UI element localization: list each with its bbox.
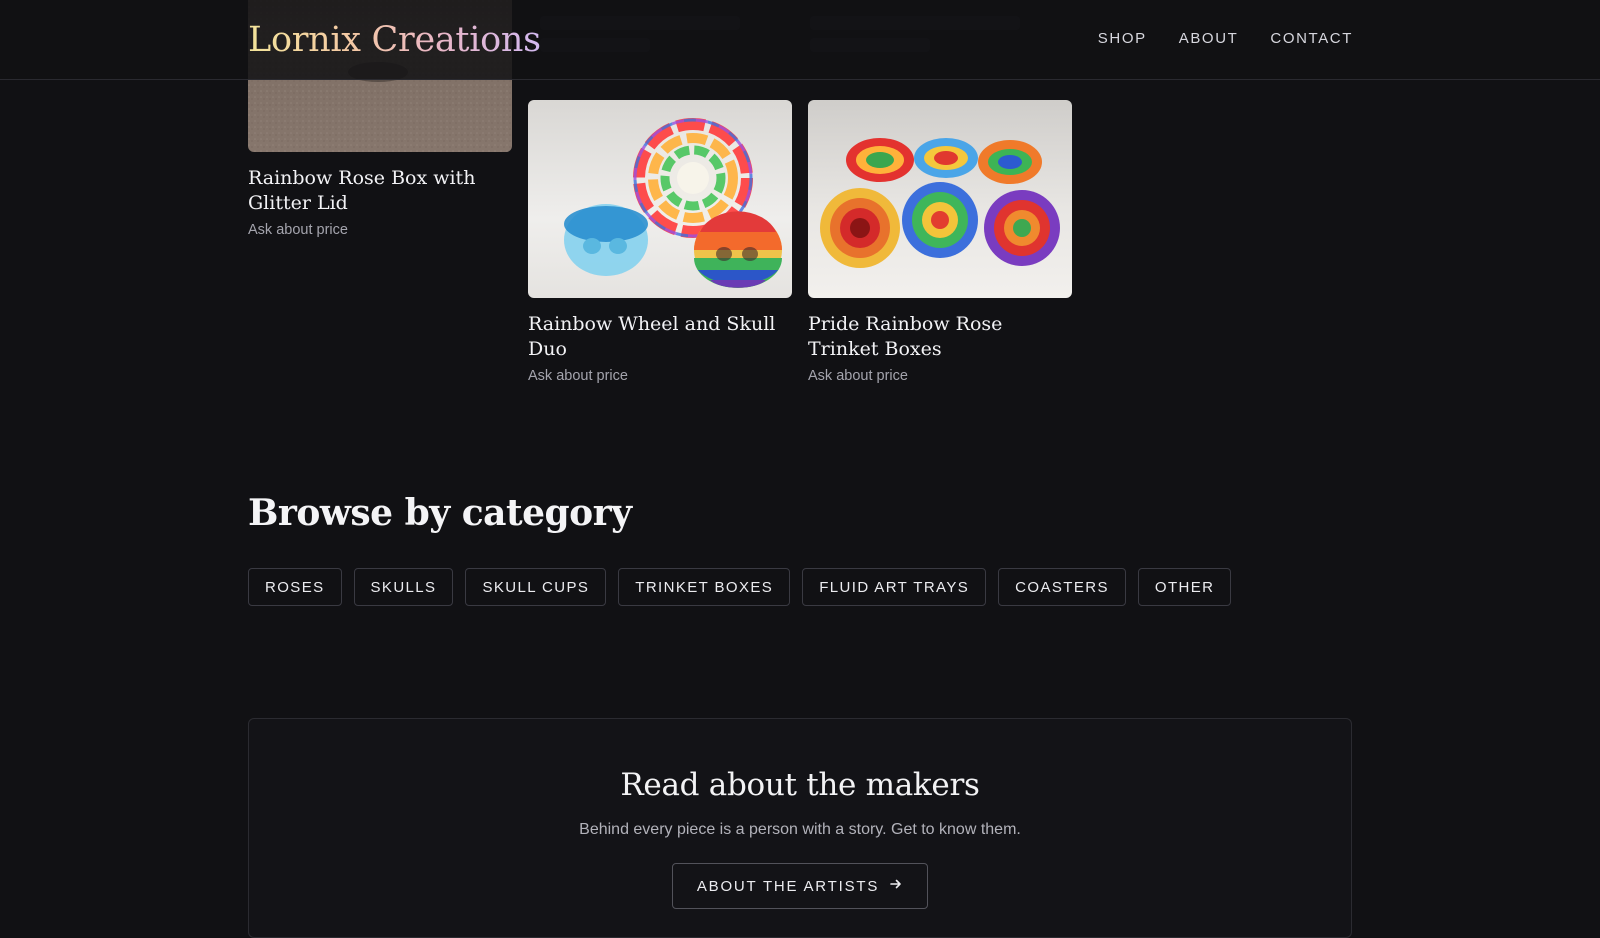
product-price: Ask about price [808, 368, 908, 384]
nav-about[interactable]: ABOUT [1179, 30, 1239, 47]
category-chips: ROSES SKULLS SKULL CUPS TRINKET BOXES FL… [248, 568, 1232, 606]
product-card[interactable]: Rainbow Wheel and Skull Duo Ask about pr… [528, 100, 792, 384]
makers-title: Read about the makers [620, 767, 980, 803]
makers-text: Behind every piece is a person with a st… [579, 821, 1021, 838]
product-price: Ask about price [248, 222, 348, 238]
product-card[interactable]: Pride Rainbow Rose Trinket Boxes Ask abo… [808, 100, 1072, 384]
site-header: Lornix Creations SHOP ABOUT CONTACT [0, 0, 1600, 80]
about-artists-button[interactable]: ABOUT THE ARTISTS [671, 863, 929, 909]
product-image[interactable] [808, 100, 1072, 298]
category-chip-roses[interactable]: ROSES [248, 568, 342, 606]
product-title[interactable]: Rainbow Wheel and Skull Duo [528, 312, 792, 362]
product-image[interactable] [528, 100, 792, 298]
category-chip-skulls[interactable]: SKULLS [353, 568, 454, 606]
product-title[interactable]: Pride Rainbow Rose Trinket Boxes [808, 312, 1072, 362]
nav-contact[interactable]: CONTACT [1270, 30, 1353, 47]
makers-card: Read about the makers Behind every piece… [248, 718, 1352, 938]
site-logo[interactable]: Lornix Creations [248, 18, 541, 62]
about-artists-label: ABOUT THE ARTISTS [696, 877, 880, 895]
category-chip-trinket-boxes[interactable]: TRINKET BOXES [618, 568, 791, 606]
category-chip-fluid-art-trays[interactable]: FLUID ART TRAYS [802, 568, 987, 606]
category-chip-coasters[interactable]: COASTERS [998, 568, 1126, 606]
category-chip-other[interactable]: OTHER [1137, 568, 1232, 606]
main-nav: SHOP ABOUT CONTACT [1098, 30, 1353, 47]
nav-shop[interactable]: SHOP [1098, 30, 1147, 47]
arrow-right-icon [889, 877, 903, 896]
product-price: Ask about price [528, 368, 628, 384]
category-section-title: Browse by category [248, 492, 632, 534]
category-chip-skull-cups[interactable]: SKULL CUPS [465, 568, 607, 606]
product-title[interactable]: Rainbow Rose Box with Glitter Lid [248, 166, 512, 216]
